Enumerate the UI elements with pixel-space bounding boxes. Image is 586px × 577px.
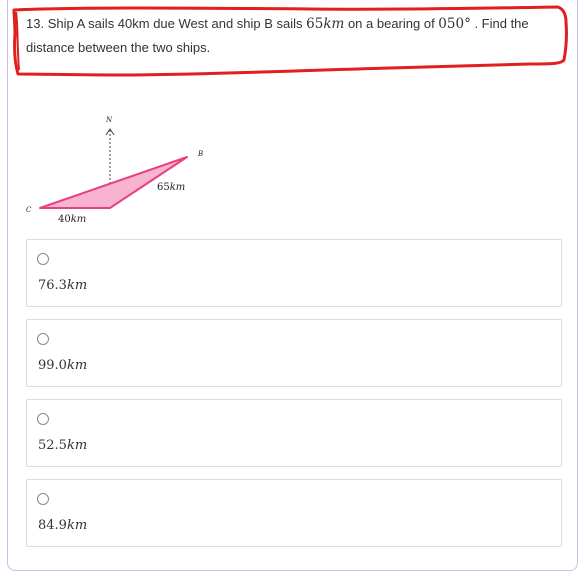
question-text-before: Ship A sails 40km due West and ship B sa… bbox=[47, 16, 307, 31]
option-label: 84.9km bbox=[38, 518, 88, 533]
option-label: 52.5km bbox=[38, 438, 88, 453]
math-distance: 65km bbox=[306, 16, 345, 32]
point-b-label: B bbox=[197, 150, 203, 158]
radio-button[interactable] bbox=[37, 253, 49, 265]
answer-option-1[interactable]: 76.3km bbox=[26, 239, 562, 307]
point-c-label: C bbox=[26, 206, 32, 214]
north-label: N bbox=[105, 116, 113, 124]
bearing-diagram: N B C 65km 40km bbox=[26, 116, 203, 225]
question-number: 13. bbox=[26, 16, 45, 31]
answer-option-2[interactable]: 99.0km bbox=[26, 319, 562, 387]
question-text: 13. Ship A sails 40km due West and ship … bbox=[26, 12, 566, 59]
radio-button[interactable] bbox=[37, 493, 49, 505]
radio-button[interactable] bbox=[37, 413, 49, 425]
radio-button[interactable] bbox=[37, 333, 49, 345]
side-b-label: 65km bbox=[157, 182, 185, 193]
option-label: 99.0km bbox=[38, 358, 88, 373]
side-c-label: 40km bbox=[58, 214, 86, 225]
answer-option-3[interactable]: 52.5km bbox=[26, 399, 562, 467]
option-label: 76.3km bbox=[38, 278, 88, 293]
answer-option-4[interactable]: 84.9km bbox=[26, 479, 562, 547]
math-bearing: 050° bbox=[438, 16, 471, 32]
question-text-middle: on a bearing of bbox=[344, 16, 439, 31]
